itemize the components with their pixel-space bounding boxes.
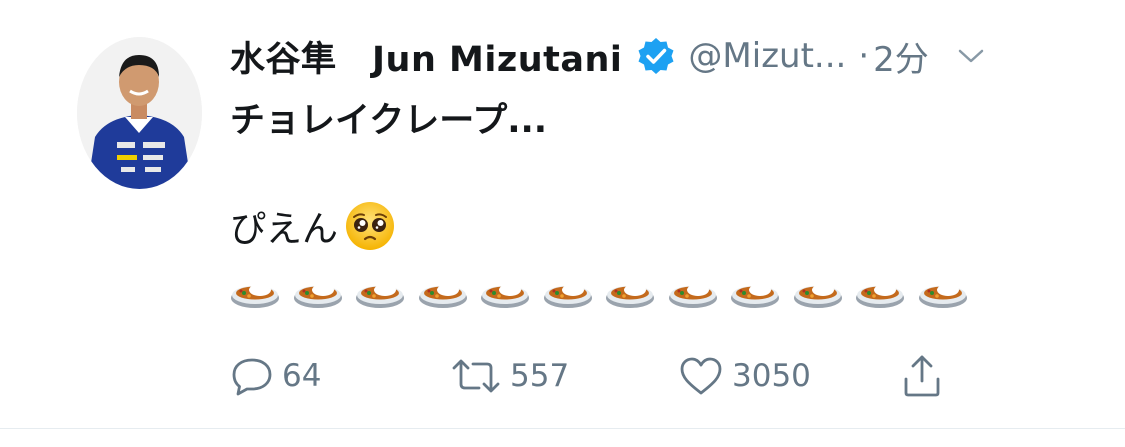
curry-rice-icon bbox=[856, 284, 904, 308]
curry-rice-icon bbox=[918, 284, 967, 308]
retweet-button[interactable]: 557 bbox=[450, 348, 569, 404]
reply-button[interactable]: 64 bbox=[230, 348, 321, 404]
retweet-count: 557 bbox=[510, 358, 570, 394]
curry-rice-icon bbox=[793, 284, 842, 308]
share-button[interactable] bbox=[900, 348, 952, 404]
author-handle[interactable]: @Mizut... bbox=[688, 36, 846, 76]
pleading-face-icon bbox=[346, 202, 395, 250]
author-name[interactable]: 水谷隼 Jun Mizutani bbox=[230, 31, 622, 82]
reply-icon bbox=[232, 358, 272, 396]
tweet-content: 水谷隼 Jun Mizutani @Mizut... · 2分 チョレイクレープ… bbox=[230, 0, 1125, 447]
like-button[interactable]: 3050 bbox=[678, 348, 811, 404]
share-icon bbox=[904, 355, 940, 397]
tweet-body-text: ぴえん bbox=[230, 209, 339, 250]
tweet-header: 水谷隼 Jun Mizutani @Mizut... · 2分 bbox=[230, 30, 1090, 82]
curry-rice-icon bbox=[418, 284, 467, 308]
retweet-icon bbox=[452, 359, 500, 393]
separator-dot: · bbox=[858, 36, 870, 76]
curry-rice-icon bbox=[481, 284, 529, 308]
curry-rice-icon bbox=[293, 284, 342, 308]
curry-rice-icon bbox=[231, 284, 279, 308]
avatar[interactable] bbox=[77, 37, 202, 189]
curry-rice-icon bbox=[543, 284, 592, 308]
curry-rice-icon bbox=[356, 284, 404, 308]
tweet-actions: 64 557 3050 bbox=[230, 348, 990, 404]
curry-emoji-row bbox=[230, 270, 980, 310]
tweet-title-text: チョレイクレープ... bbox=[230, 101, 548, 141]
heart-icon bbox=[680, 357, 722, 395]
tweet-timestamp[interactable]: 2分 bbox=[873, 32, 929, 81]
tweet-divider bbox=[0, 428, 1125, 429]
verified-badge-icon bbox=[638, 38, 674, 74]
curry-rice-icon bbox=[731, 284, 779, 308]
tweet-body: ぴえん bbox=[230, 200, 396, 252]
chevron-down-icon[interactable] bbox=[957, 46, 985, 66]
curry-rice-icon bbox=[668, 284, 717, 308]
reply-count: 64 bbox=[282, 358, 322, 394]
curry-rice-icon bbox=[606, 284, 654, 308]
like-count: 3050 bbox=[732, 358, 811, 394]
